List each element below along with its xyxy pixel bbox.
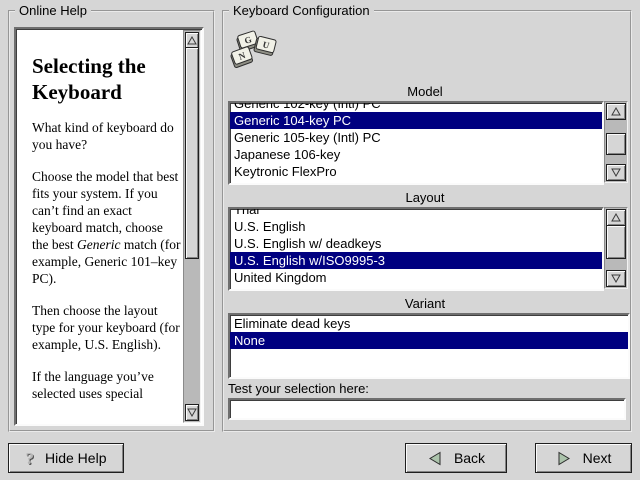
scroll-down-icon[interactable] xyxy=(185,404,199,421)
help-text: Selecting the Keyboard What kind of keyb… xyxy=(16,29,186,424)
scroll-up-icon[interactable] xyxy=(606,209,626,226)
help-paragraph: Choose the model that best fits your sys… xyxy=(32,168,182,287)
next-button-label: Next xyxy=(583,450,612,466)
layout-scrollbar-thumb[interactable] xyxy=(606,225,626,259)
help-paragraph-italic: Generic xyxy=(77,237,120,252)
keyboard-configuration-frame-label: Keyboard Configuration xyxy=(229,3,374,18)
online-help-frame: Online Help Selecting the Keyboard What … xyxy=(8,10,215,432)
layout-list[interactable]: Thai U.S. English U.S. English w/ deadke… xyxy=(228,207,604,291)
layout-label: Layout xyxy=(222,190,628,205)
model-list-item[interactable]: Generic 104-key PC xyxy=(230,112,602,129)
next-arrow-icon xyxy=(556,451,572,466)
layout-list-item[interactable]: Thai xyxy=(230,207,602,218)
online-help-frame-label: Online Help xyxy=(15,3,91,18)
back-button[interactable]: Back xyxy=(405,443,507,473)
keyboard-keys-icon: G U N xyxy=(230,28,278,70)
layout-list-item[interactable]: U.S. English xyxy=(230,218,602,235)
scroll-down-icon[interactable] xyxy=(606,164,626,181)
model-list-item[interactable]: Keytronic FlexPro xyxy=(230,163,602,180)
help-scrollbar-thumb[interactable] xyxy=(185,47,199,259)
model-list-item[interactable]: Generic 102-key (Intl) PC xyxy=(230,101,602,112)
model-list-item[interactable]: Generic 105-key (Intl) PC xyxy=(230,129,602,146)
test-selection-label: Test your selection here: xyxy=(228,381,369,396)
help-title: Selecting the Keyboard xyxy=(32,53,180,105)
variant-label: Variant xyxy=(222,296,628,311)
help-scrollbar[interactable] xyxy=(183,30,201,423)
back-button-label: Back xyxy=(454,450,485,466)
model-list[interactable]: Generic 102-key (Intl) PC Generic 104-ke… xyxy=(228,101,604,185)
test-selection-input[interactable] xyxy=(228,398,626,420)
variant-list[interactable]: Eliminate dead keys None xyxy=(228,313,630,379)
help-page: Selecting the Keyboard What kind of keyb… xyxy=(14,27,204,426)
back-arrow-icon xyxy=(427,451,443,466)
model-list-scrollbar[interactable] xyxy=(604,101,628,183)
layout-list-scrollbar[interactable] xyxy=(604,207,628,289)
scroll-up-icon[interactable] xyxy=(606,103,626,120)
model-label: Model xyxy=(222,84,628,99)
question-mark-icon: ? xyxy=(26,450,35,467)
layout-list-item[interactable]: U.S. English w/ deadkeys xyxy=(230,235,602,252)
hide-help-button[interactable]: ? Hide Help xyxy=(8,443,124,473)
installer-window: Online Help Selecting the Keyboard What … xyxy=(0,0,640,480)
layout-list-item[interactable]: United Kingdom xyxy=(230,269,602,286)
model-scrollbar-thumb[interactable] xyxy=(606,133,626,155)
model-list-item[interactable]: Japanese 106-key xyxy=(230,146,602,163)
next-button[interactable]: Next xyxy=(535,443,632,473)
hide-help-button-label: Hide Help xyxy=(45,450,106,466)
variant-list-item[interactable]: None xyxy=(230,332,628,349)
help-paragraph: Then choose the layout type for your key… xyxy=(32,302,182,353)
help-paragraph: If the language you’ve selected uses spe… xyxy=(32,368,182,402)
variant-list-item[interactable]: Eliminate dead keys xyxy=(230,315,628,332)
scroll-down-icon[interactable] xyxy=(606,270,626,287)
layout-list-item[interactable]: U.S. English w/ISO9995-3 xyxy=(230,252,602,269)
help-paragraph: What kind of keyboard do you have? xyxy=(32,119,182,153)
